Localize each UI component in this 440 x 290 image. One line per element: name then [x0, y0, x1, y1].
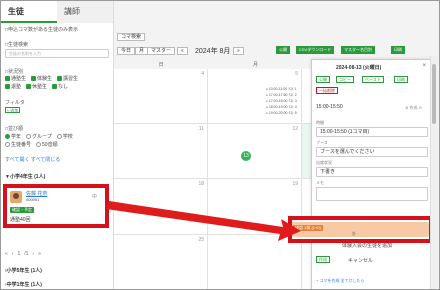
filter-label: フィルタ	[5, 100, 25, 106]
note-textarea[interactable]	[316, 187, 428, 201]
csv-download-button[interactable]: CSVダウンロード	[296, 46, 335, 54]
calendar-event[interactable]: 19:00-20:00 ﾃｽﾄ 5	[266, 111, 297, 116]
scroll-thumb[interactable]	[432, 64, 436, 124]
lesson-slot-note: 計	[352, 231, 356, 236]
create-slot-link[interactable]: ⊕ 作成 ⊙	[405, 105, 422, 111]
student-name-link[interactable]: 佐藤 花奈	[26, 190, 47, 197]
student-search-input[interactable]: 生徒の名前を入力	[5, 49, 109, 58]
status-checkboxes-1: 通塾生 体験生 講習生	[5, 75, 78, 82]
close-icon[interactable]: ×	[422, 63, 426, 69]
attendance-status-select[interactable]: 下書き	[316, 167, 428, 177]
student-avatar	[10, 191, 22, 203]
status-checkbox[interactable]: 通塾生	[5, 75, 26, 82]
pager-first[interactable]: «	[5, 251, 8, 257]
panel-paste-button[interactable]: ペースト	[362, 76, 384, 83]
cancel-button[interactable]: キャンセル	[348, 257, 373, 264]
panel-copy-button[interactable]: コピー	[336, 76, 354, 83]
status-checkbox[interactable]: 退塾	[5, 83, 21, 90]
grade-group-header[interactable]: ▼小学4年生 (1人)	[5, 173, 45, 180]
calendar-day-cell[interactable]: 4	[114, 69, 208, 124]
attendance-status-label: 出席状況	[316, 160, 332, 165]
create-button[interactable]: 作成	[316, 256, 330, 263]
student-card[interactable]: 佐藤 花奈 000001 確認・予定 通塾40回 中	[3, 184, 109, 228]
booth-label: ブース	[316, 140, 328, 145]
panel-scrollbar[interactable]	[430, 56, 437, 289]
time-select[interactable]: 15:00-15:50 (1コマ目)	[316, 127, 428, 137]
app-window: 生徒 講師 □申込コマ数がある生徒のみ表示 □生徒検索 生徒の名前を入力 □状況…	[0, 0, 440, 290]
sort-radio[interactable]: 学年	[5, 133, 21, 140]
today-button[interactable]: 今日	[117, 47, 136, 55]
calendar-day-cell[interactable]: 11	[114, 124, 208, 179]
sort-radio[interactable]: グループ	[26, 133, 52, 140]
status-label: □状況別	[5, 69, 24, 75]
sort-radios-1: 学年 グループ 学校	[5, 133, 73, 140]
tab-students[interactable]: 生徒	[1, 1, 57, 23]
search-label: □生徒検索	[5, 42, 29, 48]
booth-select[interactable]: ブースを選んでください	[316, 147, 428, 157]
grade-group-header[interactable]: ›中学1年生 (1人)	[5, 281, 42, 288]
panel-date-title: 2024-08-13 (火曜日)	[336, 65, 382, 71]
calendar-day-cell[interactable]: 26	[208, 235, 302, 289]
panel-print-button[interactable]: 印刷	[394, 76, 408, 83]
sidebar-tabs: 生徒 講師	[1, 1, 114, 23]
pager-total: /1	[24, 251, 29, 257]
pager-current[interactable]: 1	[17, 251, 20, 257]
calendar-event[interactable]: 17:00-18:00 ﾃｽﾄ 3	[266, 99, 297, 104]
sort-radios-2: 生徒番号 50音順	[5, 141, 58, 148]
calendar-event[interactable]: 10:00-11:00 ﾃｽﾄ 1	[266, 87, 297, 92]
bulk-delete-button[interactable]: 一括削除	[316, 87, 338, 94]
lesson-slot-tag: 確認 1前 (1+0)	[293, 225, 323, 231]
open-close-links[interactable]: すべて開く すべて閉じる	[5, 156, 60, 163]
bottom-links[interactable]: + コマを作成 全てけしたら	[316, 278, 365, 284]
add-filter-button[interactable]: + 追加	[5, 107, 20, 113]
sort-radio[interactable]: 50音順	[36, 141, 58, 148]
student-status-badge: 確認・予定	[10, 207, 34, 213]
grade-group-header[interactable]: ›小学5年生 (1人)	[5, 267, 42, 274]
calendar-event[interactable]: 17:00-17:50 ﾃｽﾄ 2	[266, 93, 297, 98]
pager-last[interactable]: »	[38, 251, 41, 257]
slot-search-button[interactable]: コマ検索	[117, 33, 146, 41]
sort-label: □並び順	[5, 126, 24, 132]
add-trial-student-line[interactable]: 体験入会の生徒を追加	[342, 242, 392, 249]
only-slots-note[interactable]: □申込コマ数がある生徒のみ表示	[5, 26, 78, 33]
pager-prev[interactable]: ‹	[12, 251, 14, 257]
status-checkbox[interactable]: なし	[52, 83, 68, 90]
panel-publish-button[interactable]: 公開	[316, 76, 330, 83]
master-button[interactable]: マスター	[147, 47, 176, 55]
publish-button[interactable]: 公開	[276, 46, 290, 54]
calendar-day-cell[interactable]: 5 10:00-11:00 ﾃｽﾄ 1 17:00-17:50 ﾃｽﾄ 2 17…	[208, 69, 302, 124]
note-label: メモ	[316, 180, 324, 185]
status-checkbox[interactable]: 体験生	[31, 75, 52, 82]
weekday-label: 月	[252, 62, 258, 68]
time-label: 時間	[316, 120, 324, 125]
print-button[interactable]: 印刷	[391, 46, 405, 54]
today-date-marker: 13	[241, 151, 251, 161]
month-title: 2024年 8月	[195, 48, 231, 55]
status-checkbox[interactable]: 休塾生	[26, 83, 47, 90]
day-detail-panel: 2024-08-13 (火曜日) × 公開 コピー ペースト 印刷 一括削除 1…	[311, 59, 431, 289]
sort-radio[interactable]: 学校	[56, 133, 73, 140]
time-slot-heading: 15:00-15:50	[316, 104, 343, 110]
sidebar: 生徒 講師 □申込コマ数がある生徒のみ表示 □生徒検索 生徒の名前を入力 □状況…	[1, 1, 114, 289]
status-checkbox[interactable]: 講習生	[57, 75, 78, 82]
calendar-day-cell[interactable]: 18	[114, 179, 208, 235]
student-id: 000001	[26, 197, 40, 202]
pager-next[interactable]: ›	[32, 251, 34, 257]
next-month-button[interactable]: »	[233, 47, 244, 55]
student-grade-tag: 中	[91, 194, 97, 200]
prev-month-button[interactable]: «	[177, 47, 188, 55]
status-checkboxes-2: 退塾 休塾生 なし	[5, 83, 68, 90]
calendar-day-cell[interactable]: 25	[114, 235, 208, 289]
pagination: « ‹ 1 /1 › »	[5, 251, 41, 257]
lesson-slot-bar[interactable]: 確認 1前 (1+0) 計	[292, 222, 429, 237]
calendar-day-cell[interactable]: 12	[208, 124, 302, 179]
student-attendance-count: 通塾40回	[10, 217, 31, 223]
tab-teachers[interactable]: 講師	[57, 1, 113, 23]
master-by-category-button[interactable]: マスター名目別	[341, 46, 375, 54]
sort-radio[interactable]: 生徒番号	[5, 141, 31, 148]
student-drop-target[interactable]: 確認 1前 (1+0) 計	[288, 216, 433, 243]
weekday-label: 日	[158, 62, 164, 68]
calendar-event[interactable]: 18:00-19:00 ﾃｽﾄ 4	[266, 105, 297, 110]
